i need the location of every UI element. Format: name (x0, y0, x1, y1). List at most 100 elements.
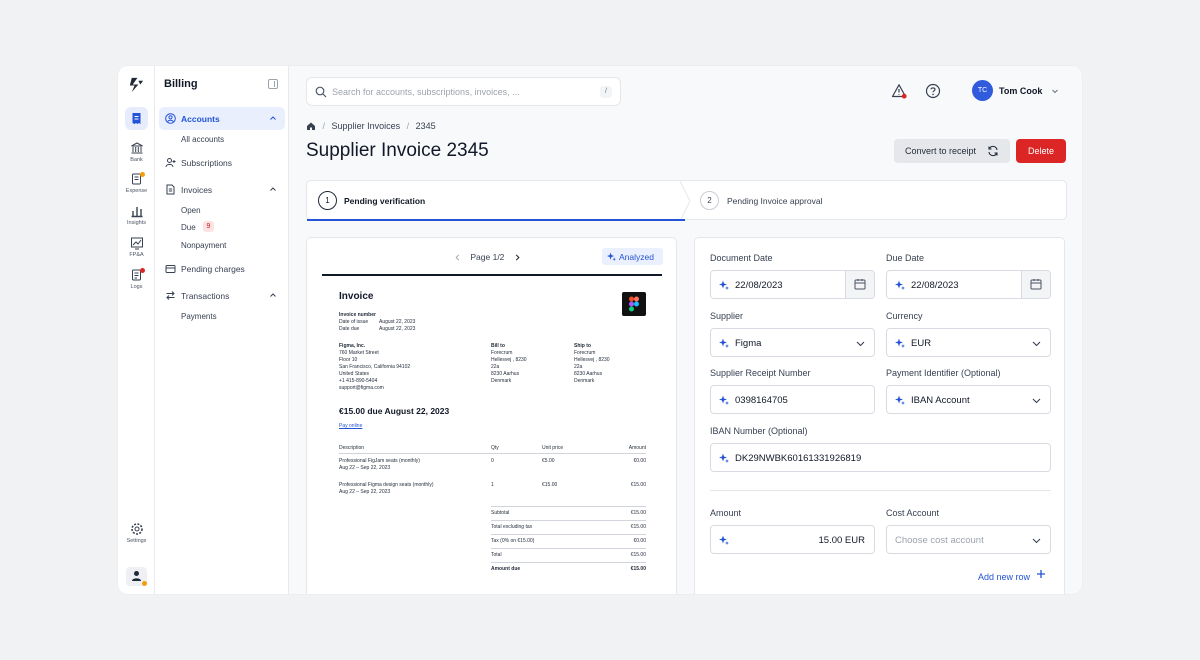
add-new-row-button[interactable]: Add new row (978, 569, 1046, 582)
avatar: TC (972, 80, 993, 101)
total-value: €0.00 (633, 538, 646, 544)
document-date-field[interactable]: 22/08/2023 (710, 270, 875, 299)
field-value: IBAN Account (911, 395, 970, 406)
field-value: 22/08/2023 (735, 280, 783, 291)
rail-settings-button[interactable]: Settings (118, 522, 155, 544)
nav-item-invoices[interactable]: Invoices (159, 178, 285, 201)
nav-sub-due[interactable]: Due 9 (181, 221, 241, 233)
form-divider (710, 490, 1051, 491)
nav-item-pending-charges[interactable]: Pending charges (159, 257, 285, 280)
nav-item-accounts[interactable]: Accounts (159, 107, 285, 130)
total-value: €15.00 (630, 566, 646, 572)
figma-logo-icon (622, 292, 646, 316)
line-unit-price: €15.00 (542, 482, 558, 488)
sparkle-icon (719, 535, 729, 545)
page-pager: Page 1/2 (453, 252, 522, 262)
calendar-icon (854, 279, 866, 290)
rail-billing-button[interactable] (125, 107, 148, 130)
nav-sub-all-accounts[interactable]: All accounts (181, 135, 224, 144)
step-pending-invoice-approval[interactable]: 2 Pending Invoice approval (691, 181, 1067, 221)
calendar-button[interactable] (1021, 271, 1050, 298)
totals-rule (491, 506, 646, 507)
line-chart-icon (130, 237, 143, 250)
from-line: support@figma.com (339, 385, 384, 391)
profile-status-dot (142, 581, 147, 586)
page-title: Supplier Invoice 2345 (306, 140, 489, 161)
analyzed-badge: Analyzed (602, 248, 663, 265)
sparkle-icon (895, 395, 905, 405)
nav-sub-payments[interactable]: Payments (181, 312, 217, 321)
figma-logo-shape (629, 296, 639, 312)
plus-icon (1036, 570, 1045, 578)
amount-input[interactable]: 15.00 EUR (710, 525, 875, 554)
collapse-panel-icon[interactable] (268, 79, 278, 89)
cost-account-label: Cost Account (886, 508, 940, 518)
payment-identifier-label: Payment Identifier (Optional) (886, 368, 1001, 378)
total-value: €15.00 (630, 552, 646, 558)
sparkle-icon (719, 453, 729, 463)
pay-online-link[interactable]: Pay online (339, 423, 362, 431)
search-input[interactable] (332, 84, 582, 100)
calendar-button[interactable] (845, 271, 874, 298)
global-search[interactable]: / (306, 77, 621, 106)
step-number: 2 (700, 191, 719, 210)
rail-fpa-button[interactable]: FP&A (118, 236, 155, 258)
alert-triangle-icon[interactable] (891, 83, 907, 99)
due-date-value: August 22, 2023 (379, 326, 416, 332)
rail-insights-button[interactable]: Insights (118, 204, 155, 226)
due-date-field[interactable]: 22/08/2023 (886, 270, 1051, 299)
refresh-icon (988, 145, 998, 157)
convert-to-receipt-button[interactable]: Convert to receipt (894, 139, 1010, 163)
chevron-down-icon (1032, 341, 1041, 347)
help-icon[interactable] (925, 83, 941, 99)
expense-notification-dot (140, 172, 145, 177)
field-value: EUR (911, 338, 932, 349)
billing-nav: Billing Accounts All accounts Subscripti… (155, 66, 289, 594)
totals-rule (491, 520, 646, 521)
total-label: Tax (0% on €15.00) (491, 538, 535, 544)
totals-rule (491, 548, 646, 549)
total-label: Total (491, 552, 502, 558)
breadcrumb: / Supplier Invoices / 2345 (306, 120, 436, 131)
rail-label: Settings (126, 538, 147, 544)
add-row-label: Add new row (978, 571, 1031, 582)
payment-identifier-select[interactable]: IBAN Account (886, 385, 1051, 414)
receipt-number-input[interactable]: 0398164705 (710, 385, 875, 414)
receipt-number-label: Supplier Receipt Number (710, 368, 811, 378)
bar-chart-icon (131, 207, 142, 218)
currency-select[interactable]: EUR (886, 328, 1051, 357)
gear-icon (130, 523, 143, 535)
profile-button[interactable] (126, 567, 147, 586)
button-label: Convert to receipt (905, 146, 977, 156)
cost-account-select[interactable]: Choose cost account (886, 525, 1051, 554)
rail-bank-button[interactable]: Bank (118, 141, 155, 163)
sparkle-icon (895, 280, 905, 290)
search-shortcut-hint: / (600, 86, 612, 98)
chevron-right-icon[interactable] (513, 253, 522, 262)
totals-rule (491, 562, 646, 563)
supplier-select[interactable]: Figma (710, 328, 875, 357)
nav-item-subscriptions[interactable]: Subscriptions (159, 151, 285, 174)
nav-item-transactions[interactable]: Transactions (159, 284, 285, 307)
step-pending-verification[interactable]: 1 Pending verification (307, 181, 685, 221)
receipt-icon (132, 113, 141, 124)
app-window: Bank Expense Insights FP&A Logs Settings… (118, 66, 1082, 594)
nav-sub-open[interactable]: Open (181, 206, 201, 215)
step-label: Pending verification (344, 196, 426, 206)
rail-logs-button[interactable]: Logs (118, 268, 155, 290)
iban-input[interactable]: DK29NWBK60161331926819 (710, 443, 1051, 472)
delete-button[interactable]: Delete (1016, 139, 1066, 163)
rail-label: Expense (125, 188, 148, 194)
breadcrumb-item[interactable]: Supplier Invoices (332, 121, 401, 131)
rail-expense-button[interactable]: Expense (118, 172, 155, 194)
nav-sub-nonpayment[interactable]: Nonpayment (181, 241, 226, 250)
due-count-badge: 9 (203, 221, 214, 232)
approval-stepper: 1 Pending verification 2 Pending Invoice… (306, 180, 1067, 221)
field-value: 22/08/2023 (911, 280, 959, 291)
sparkle-icon (719, 338, 729, 348)
document-top-rule (322, 274, 662, 276)
nav-item-label: Invoices (181, 185, 213, 195)
calendar-icon (1030, 279, 1042, 290)
home-icon[interactable] (306, 121, 316, 131)
chevron-left-icon[interactable] (453, 253, 462, 262)
